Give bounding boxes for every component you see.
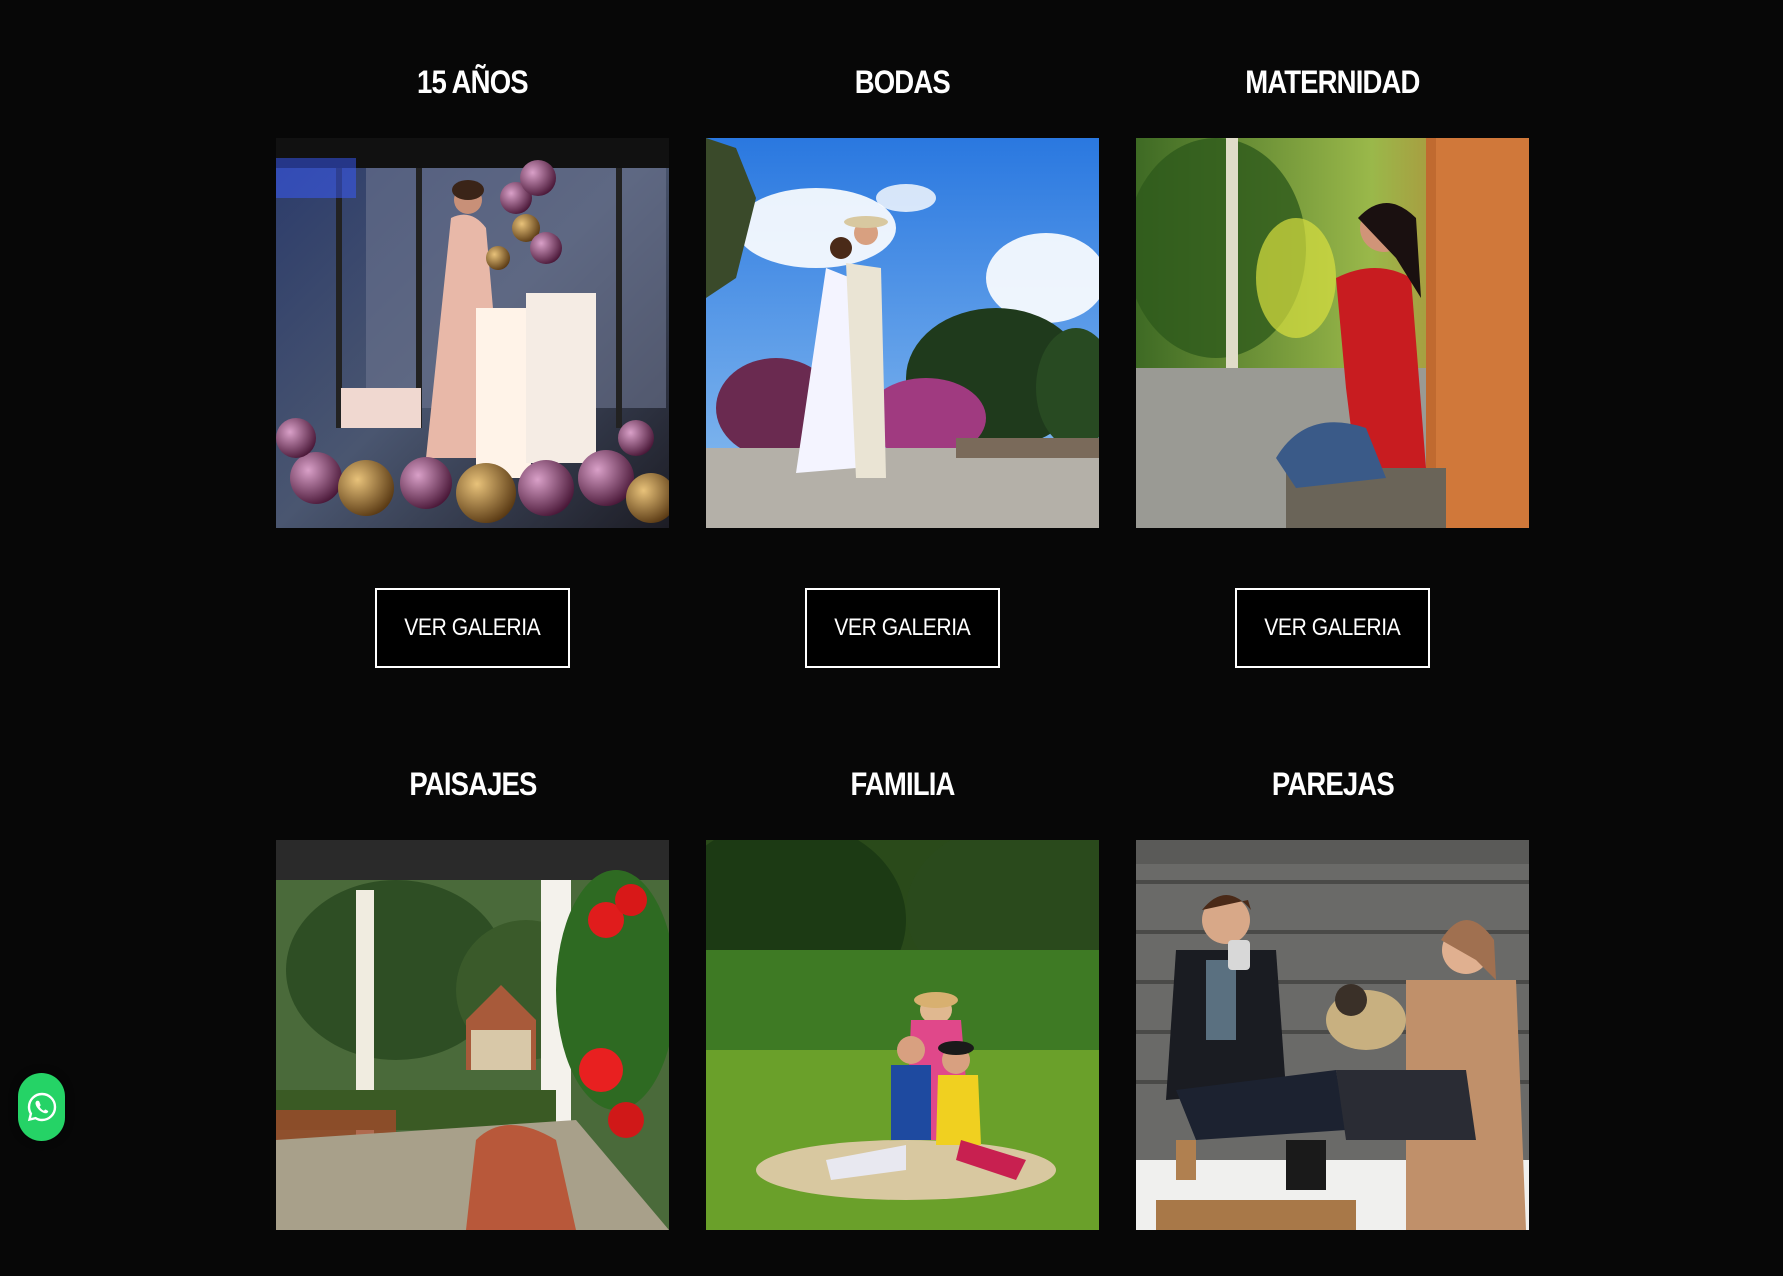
gallery-title: BODAS bbox=[854, 64, 951, 100]
couple-photo[interactable] bbox=[1136, 840, 1529, 1230]
gallery-card-paisajes: PAISAJES bbox=[276, 758, 669, 1230]
gallery-card-familia: FAMILIA bbox=[706, 758, 1099, 1230]
maternity-photo[interactable] bbox=[1136, 138, 1529, 528]
gallery-title: MATERNIDAD bbox=[1245, 64, 1420, 100]
ver-galeria-button[interactable]: VER GALERIA bbox=[805, 588, 1000, 668]
gallery-title: PAREJAS bbox=[1271, 766, 1395, 802]
gallery-card-bodas: BODAS VER GALERIA bbox=[706, 56, 1099, 668]
button-label: VER GALERIA bbox=[1264, 614, 1401, 641]
family-photo[interactable] bbox=[706, 840, 1099, 1230]
whatsapp-icon bbox=[27, 1092, 56, 1122]
gallery-card-15-anos: 15 AÑOS VER GALERIA bbox=[276, 56, 669, 668]
button-label: VER GALERIA bbox=[404, 614, 541, 641]
wedding-photo[interactable] bbox=[706, 138, 1099, 528]
ver-galeria-button[interactable]: VER GALERIA bbox=[1235, 588, 1430, 668]
gallery-title: FAMILIA bbox=[850, 766, 955, 802]
gallery-card-maternidad: MATERNIDAD VER GALERIA bbox=[1136, 56, 1529, 668]
gallery-title: PAISAJES bbox=[408, 766, 537, 802]
gallery-grid: 15 AÑOS VER GALERIA BODAS VER GALERIA MA… bbox=[276, 56, 1530, 1230]
ver-galeria-button[interactable]: VER GALERIA bbox=[375, 588, 570, 668]
gallery-card-parejas: PAREJAS bbox=[1136, 758, 1529, 1230]
quinceanera-photo[interactable] bbox=[276, 138, 669, 528]
whatsapp-button[interactable] bbox=[18, 1073, 65, 1141]
button-label: VER GALERIA bbox=[834, 614, 971, 641]
gallery-page: 15 AÑOS VER GALERIA BODAS VER GALERIA MA… bbox=[0, 0, 1783, 1276]
gallery-title: 15 AÑOS bbox=[417, 64, 529, 100]
landscape-photo[interactable] bbox=[276, 840, 669, 1230]
